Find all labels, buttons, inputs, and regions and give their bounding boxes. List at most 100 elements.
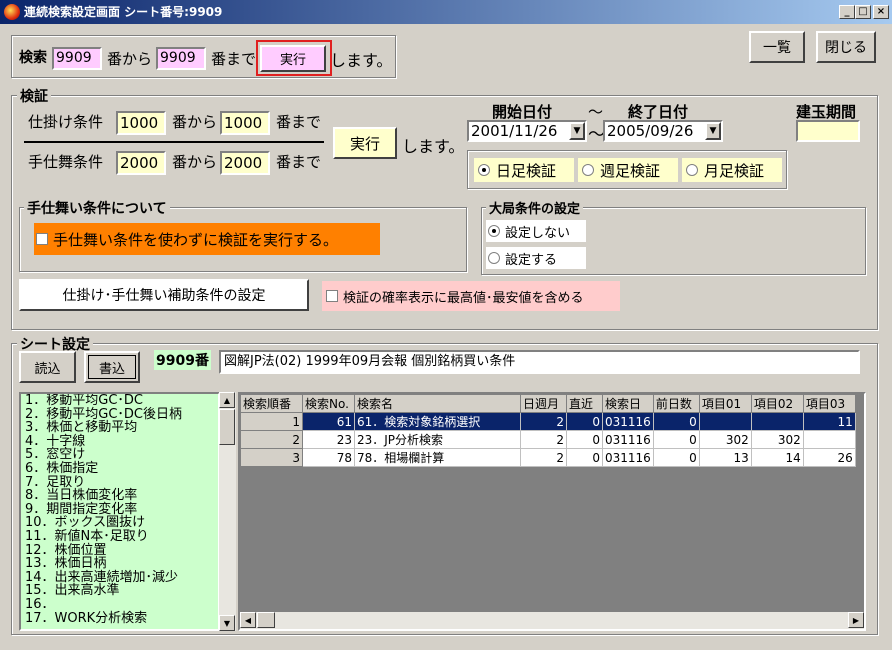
grid-cell[interactable]: 0 xyxy=(566,412,603,431)
grid-header[interactable]: 直近 xyxy=(566,394,603,413)
grid-cell[interactable]: 2 xyxy=(520,430,567,449)
close-icon[interactable]: × xyxy=(873,5,889,19)
grid-cell[interactable]: 11 xyxy=(802,412,856,431)
grid-cell[interactable] xyxy=(698,412,752,431)
radio-weekly[interactable]: 週足検証 xyxy=(578,158,678,182)
grid-cell[interactable]: 031116 xyxy=(602,448,654,467)
grid-header[interactable]: 項目03 xyxy=(802,394,856,413)
verify-suffix: します。 xyxy=(402,137,465,156)
grid-cell[interactable]: 2 xyxy=(520,448,567,467)
list-item[interactable]: 15．出来高水準 xyxy=(25,584,218,598)
grid-cell[interactable]: 23．JP分析検索 xyxy=(354,430,521,449)
scroll-up-icon[interactable]: ▲ xyxy=(219,392,235,408)
grid-cell[interactable]: 61．検索対象銘柄選択 xyxy=(354,412,521,431)
grid-cell[interactable]: 23 xyxy=(302,430,355,449)
list-item[interactable]: 11．新値N本･足取り xyxy=(25,530,218,544)
list-item[interactable]: 10．ボックス圏抜け xyxy=(25,516,218,530)
market-option-no[interactable]: 設定しない xyxy=(486,220,586,242)
scroll-thumb[interactable] xyxy=(219,409,235,445)
grid-cell[interactable]: 0 xyxy=(566,448,603,467)
setup-from-input[interactable]: 1000 xyxy=(116,111,166,135)
aux-condition-button[interactable]: 仕掛け･手仕舞い補助条件の設定 xyxy=(19,279,309,311)
grid-cell[interactable]: 0 xyxy=(652,412,700,431)
grid-cell[interactable]: 1 xyxy=(240,412,303,431)
grid-cell[interactable] xyxy=(750,412,804,431)
search-order-grid[interactable]: 検索順番 検索No. 検索名 日週月 直近 検索日 前日数 項目01 項目02 項目03 1 61 61… xyxy=(238,392,866,631)
sheet-name-input[interactable]: 図解JP法(02) 1999年09月会報 個別銘柄買い条件 xyxy=(219,350,860,374)
minimize-icon[interactable]: _ xyxy=(839,5,855,19)
grid-header[interactable]: 検索No. xyxy=(302,394,355,413)
maximize-icon[interactable]: □ xyxy=(855,5,871,19)
grid-header[interactable]: 検索名 xyxy=(354,394,521,413)
grid-header[interactable]: 検索順番 xyxy=(240,394,303,413)
list-item[interactable]: 8．当日株価変化率 xyxy=(25,489,218,503)
write-button[interactable]: 書込 xyxy=(84,351,140,383)
top-run-button[interactable]: 実行 xyxy=(260,45,326,72)
scroll-left-icon[interactable]: ◀ xyxy=(240,612,256,628)
grid-cell[interactable]: 26 xyxy=(802,448,856,467)
no-exit-checkbox[interactable]: 手仕舞い条件を使わずに検証を実行する。 xyxy=(34,223,380,255)
list-item[interactable]: 13．株価日柄 xyxy=(25,557,218,571)
radio-weekly-label: 週足検証 xyxy=(600,161,661,180)
grid-cell[interactable]: 2 xyxy=(240,430,303,449)
grid-cell[interactable]: 78．相場欄計算 xyxy=(354,448,521,467)
grid-cell[interactable]: 302 xyxy=(698,430,752,449)
list-item[interactable]: 17．WORK分析検索 xyxy=(25,611,218,626)
position-period-input[interactable] xyxy=(796,120,860,142)
grid-cell[interactable]: 3 xyxy=(240,448,303,467)
table-row[interactable]: 3 78 78．相場欄計算 2 0 031116 0 13 14 26 xyxy=(240,448,856,467)
radio-monthly[interactable]: 月足検証 xyxy=(682,158,782,182)
grid-cell[interactable]: 14 xyxy=(750,448,804,467)
grid-cell[interactable] xyxy=(802,430,856,449)
grid-cell[interactable]: 78 xyxy=(302,448,355,467)
grid-header[interactable]: 検索日 xyxy=(602,394,654,413)
grid-cell[interactable]: 0 xyxy=(652,448,700,467)
close-button[interactable]: 閉じる xyxy=(816,31,876,63)
search-to-input[interactable]: 9909 xyxy=(156,47,206,70)
grid-cell[interactable]: 0 xyxy=(566,430,603,449)
list-item[interactable]: 5．窓空け xyxy=(25,448,218,462)
prob-checkbox-label: 検証の確率表示に最高値･最安値を含める xyxy=(343,290,584,306)
grid-header[interactable]: 日週月 xyxy=(520,394,567,413)
prob-checkbox[interactable]: 検証の確率表示に最高値･最安値を含める xyxy=(322,281,620,311)
verify-run-button[interactable]: 実行 xyxy=(333,127,397,159)
chevron-down-icon[interactable]: ▼ xyxy=(569,122,585,140)
search-label: 検索 xyxy=(19,50,47,66)
grid-cell[interactable]: 302 xyxy=(750,430,804,449)
grid-cell[interactable]: 13 xyxy=(698,448,752,467)
read-button[interactable]: 読込 xyxy=(19,351,76,383)
list-item[interactable]: 16． xyxy=(25,598,218,612)
search-from-input[interactable]: 9909 xyxy=(52,47,102,70)
scroll-right-icon[interactable]: ▶ xyxy=(848,612,864,628)
chevron-down-icon[interactable]: ▼ xyxy=(705,122,721,140)
list-scrollbar[interactable]: ▲ ▼ xyxy=(219,392,236,631)
grid-cell[interactable]: 61 xyxy=(302,412,355,431)
list-button[interactable]: 一覧 xyxy=(749,31,805,63)
grid-header[interactable]: 項目01 xyxy=(698,394,752,413)
grid-cell[interactable]: 0 xyxy=(652,430,700,449)
market-option-yes[interactable]: 設定する xyxy=(486,247,586,269)
setup-to-input[interactable]: 1000 xyxy=(220,111,270,135)
list-item[interactable]: 12．株価位置 xyxy=(25,543,218,558)
end-date-combo[interactable]: 2005/09/26 ▼ xyxy=(603,120,723,142)
exit-from-input[interactable]: 2000 xyxy=(116,151,166,175)
grid-header[interactable]: 前日数 xyxy=(652,394,700,413)
grid-cell[interactable]: 2 xyxy=(520,412,567,431)
grid-cell[interactable]: 031116 xyxy=(602,430,654,449)
list-item[interactable]: 1．移動平均GC･DC xyxy=(25,394,218,408)
radio-daily[interactable]: 日足検証 xyxy=(474,158,574,182)
list-item[interactable]: 3．株価と移動平均 xyxy=(25,421,218,435)
list-item[interactable]: 2．移動平均GC･DC後日柄 xyxy=(25,407,218,422)
grid-scroll-thumb[interactable] xyxy=(257,612,275,628)
table-row[interactable]: 1 61 61．検索対象銘柄選択 2 0 031116 0 11 xyxy=(240,412,856,431)
grid-horizontal-scrollbar[interactable]: ◀ ▶ xyxy=(240,612,864,629)
start-date-combo[interactable]: 2001/11/26 ▼ xyxy=(467,120,587,142)
end-date-value: 2005/09/26 xyxy=(607,122,694,140)
grid-header[interactable]: 項目02 xyxy=(750,394,804,413)
search-type-list[interactable]: 1．移動平均GC･DC 2．移動平均GC･DC後日柄 3．株価と移動平均 4．十字線 5… xyxy=(19,392,220,631)
list-item[interactable]: 6．株価指定 xyxy=(25,462,218,476)
exit-to-input[interactable]: 2000 xyxy=(220,151,270,175)
scroll-down-icon[interactable]: ▼ xyxy=(219,615,235,631)
grid-cell[interactable]: 031116 xyxy=(602,412,654,431)
table-row[interactable]: 2 23 23．JP分析検索 2 0 031116 0 302 302 xyxy=(240,430,856,449)
